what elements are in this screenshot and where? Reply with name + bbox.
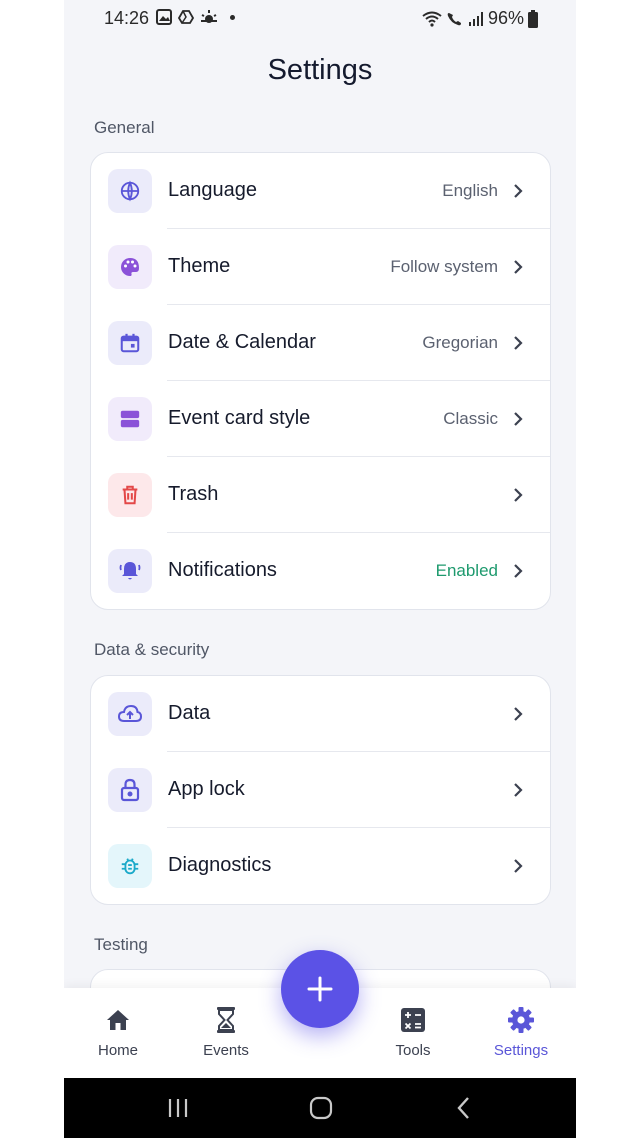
setting-data[interactable]: Data bbox=[91, 676, 550, 752]
status-time: 14:26 bbox=[104, 8, 150, 28]
setting-value: Gregorian bbox=[422, 333, 498, 352]
chevron-right-icon bbox=[514, 488, 523, 502]
section-label-general: General bbox=[94, 118, 155, 137]
nav-label: Events bbox=[203, 1042, 249, 1059]
setting-label: Notifications bbox=[168, 559, 277, 581]
page-title: Settings bbox=[267, 54, 373, 86]
setting-label: Theme bbox=[168, 255, 231, 277]
gallery-icon bbox=[156, 9, 172, 25]
setting-notifications[interactable]: Notifications Enabled bbox=[91, 533, 550, 609]
setting-label: Data bbox=[168, 702, 211, 724]
data-security-card: Data App lock Diagnostics bbox=[90, 675, 551, 905]
signal-icon bbox=[468, 11, 483, 26]
cloud-upload-icon bbox=[108, 692, 152, 736]
chevron-right-icon bbox=[514, 859, 523, 873]
chevron-right-icon bbox=[514, 184, 523, 198]
setting-label: Date & Calendar bbox=[168, 331, 316, 353]
setting-label: Trash bbox=[168, 483, 219, 505]
system-navigation-bar bbox=[64, 1078, 576, 1138]
nav-label: Home bbox=[97, 1042, 138, 1059]
globe-icon bbox=[108, 169, 152, 213]
setting-app-lock[interactable]: App lock bbox=[91, 752, 550, 828]
nav-settings[interactable]: Settings bbox=[471, 988, 571, 1078]
chevron-right-icon bbox=[514, 260, 523, 274]
chevron-right-icon bbox=[514, 564, 523, 578]
setting-value-enabled: Enabled bbox=[435, 561, 498, 580]
setting-value: Follow system bbox=[390, 257, 498, 276]
home-nav-icon[interactable] bbox=[309, 1096, 333, 1120]
weather-icon bbox=[201, 10, 217, 23]
setting-label: Diagnostics bbox=[168, 854, 272, 876]
chevron-right-icon bbox=[514, 336, 523, 350]
notification-icons bbox=[156, 9, 235, 25]
nav-tools[interactable]: Tools bbox=[363, 988, 463, 1078]
setting-event-card-style[interactable]: Event card style Classic bbox=[91, 381, 550, 457]
setting-value: English bbox=[442, 181, 498, 200]
battery-percent: 96% bbox=[487, 8, 524, 28]
card-style-icon bbox=[108, 397, 152, 441]
more-notifications-dot bbox=[230, 14, 235, 20]
wifi-icon bbox=[422, 11, 442, 27]
chevron-right-icon bbox=[514, 412, 523, 426]
setting-value: Classic bbox=[443, 409, 498, 428]
setting-language[interactable]: Language English bbox=[91, 153, 550, 229]
phone-screen: 14:26 96% Settings General Language Engl… bbox=[64, 0, 576, 1138]
section-label-testing: Testing bbox=[94, 935, 148, 954]
palette-icon bbox=[108, 245, 152, 289]
battery-icon bbox=[528, 9, 538, 28]
gear-icon bbox=[507, 1006, 535, 1034]
trash-icon bbox=[108, 473, 152, 517]
calculator-icon bbox=[399, 1006, 427, 1034]
setting-label: Event card style bbox=[168, 407, 311, 429]
bug-icon bbox=[108, 844, 152, 888]
volte-call-icon bbox=[447, 12, 461, 25]
setting-theme[interactable]: Theme Follow system bbox=[91, 229, 550, 305]
setting-label: App lock bbox=[168, 778, 245, 800]
chevron-right-icon bbox=[514, 707, 523, 721]
status-bar: 14:26 96% bbox=[64, 0, 576, 36]
nav-home[interactable]: Home bbox=[68, 988, 168, 1078]
nav-events[interactable]: Events bbox=[176, 988, 276, 1078]
recent-apps-icon[interactable] bbox=[167, 1097, 189, 1119]
setting-label: Language bbox=[168, 179, 257, 201]
drive-icon bbox=[178, 10, 194, 24]
nav-label: Tools bbox=[395, 1042, 431, 1059]
setting-trash[interactable]: Trash bbox=[91, 457, 550, 533]
plus-icon bbox=[307, 976, 333, 1002]
home-icon bbox=[104, 1006, 132, 1034]
general-settings-card: Language English Theme Follow system Dat… bbox=[90, 152, 551, 610]
system-icons: 96% bbox=[422, 8, 538, 29]
chevron-right-icon bbox=[514, 783, 523, 797]
setting-date-calendar[interactable]: Date & Calendar Gregorian bbox=[91, 305, 550, 381]
lock-icon bbox=[108, 768, 152, 812]
hourglass-icon bbox=[212, 1006, 240, 1034]
bell-icon bbox=[108, 549, 152, 593]
back-icon[interactable] bbox=[456, 1096, 472, 1120]
setting-diagnostics[interactable]: Diagnostics bbox=[91, 828, 550, 904]
add-event-button[interactable] bbox=[281, 950, 359, 1028]
calendar-icon bbox=[108, 321, 152, 365]
nav-label: Settings bbox=[493, 1042, 549, 1059]
section-label-data-security: Data & security bbox=[94, 640, 210, 659]
